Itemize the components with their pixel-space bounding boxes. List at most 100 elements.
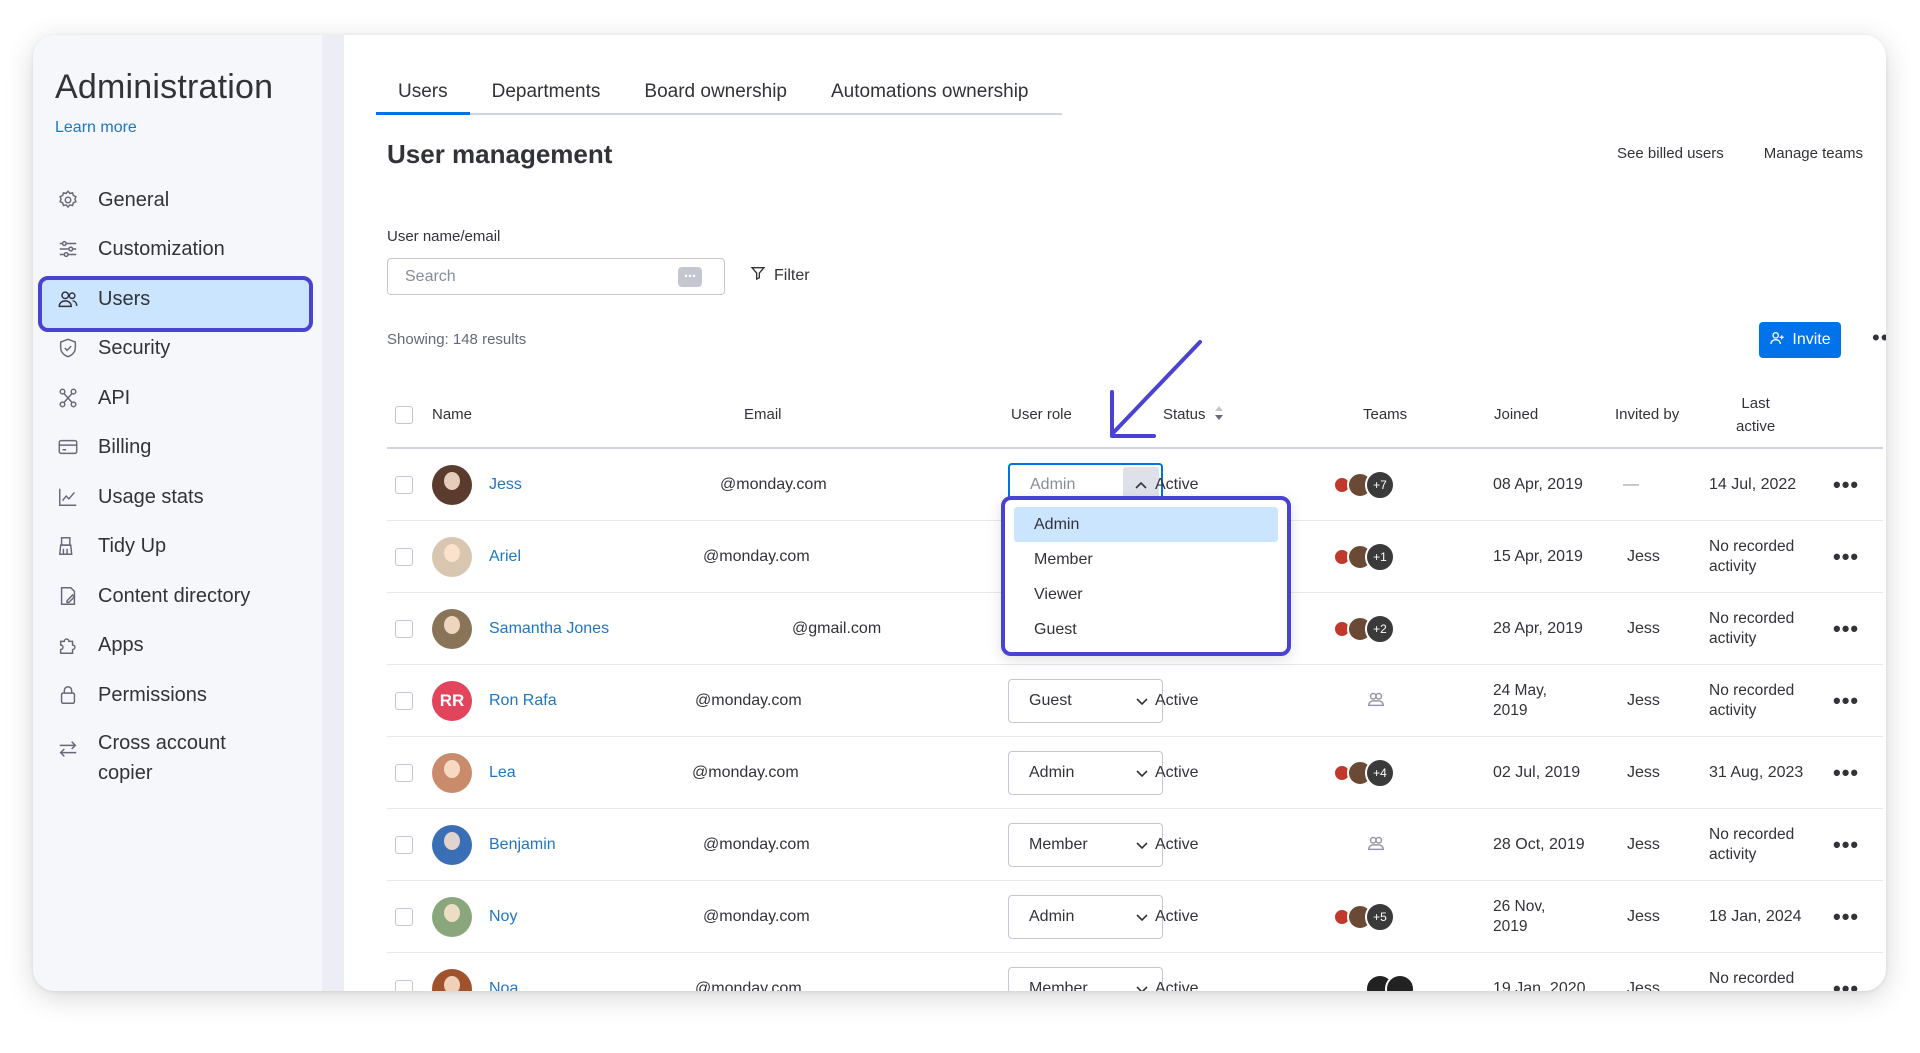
last-active-line2: activity (1709, 558, 1757, 575)
avatar[interactable] (432, 609, 472, 649)
users-table: Name Email User role Status Teams Joined… (387, 380, 1883, 991)
team-avatar-icon (1385, 974, 1415, 991)
teams-avatars[interactable]: +2 (1333, 614, 1395, 644)
user-name-link[interactable]: Ariel (489, 548, 521, 566)
sidebar-item-customization[interactable]: Customization (33, 225, 322, 275)
avatar[interactable] (432, 753, 472, 793)
avatar[interactable] (432, 969, 472, 991)
avatar[interactable] (432, 897, 472, 937)
email-value: @monday.com (692, 764, 799, 781)
user-name-link[interactable]: Jess (489, 476, 522, 494)
user-name-cell: Ron Rafa (489, 665, 557, 737)
row-checkbox[interactable] (395, 692, 413, 710)
joined-line2: 2019 (1493, 918, 1528, 935)
last-active-cell: 18 Jan, 2024 (1709, 881, 1802, 953)
row-checkbox[interactable] (395, 620, 413, 638)
row-more-button[interactable]: ••• (1833, 544, 1859, 570)
table-row[interactable]: Noa @monday.com Member Active 19 Jan, 20… (387, 953, 1883, 991)
table-row[interactable]: RR Ron Rafa @monday.com Guest Active 24 … (387, 665, 1883, 737)
user-name-link[interactable]: Ron Rafa (489, 692, 557, 710)
row-more-button[interactable]: ••• (1833, 904, 1859, 930)
teams-avatars[interactable] (1365, 974, 1415, 991)
sidebar-item-usage-stats[interactable]: Usage stats (33, 472, 322, 522)
filter-button[interactable]: Filter (750, 265, 810, 286)
sidebar-item-general[interactable]: General (33, 175, 322, 225)
tab-users[interactable]: Users (376, 73, 470, 115)
avatar[interactable] (432, 537, 472, 577)
sidebar-item-apps[interactable]: Apps (33, 621, 322, 671)
row-more-button[interactable]: ••• (1833, 832, 1859, 858)
user-role-select[interactable]: Member (1008, 967, 1163, 991)
row-checkbox[interactable] (395, 908, 413, 926)
table-row[interactable]: Lea @monday.com Admin Active +4 02 Jul, … (387, 737, 1883, 809)
row-more-button[interactable]: ••• (1833, 760, 1859, 786)
user-name-link[interactable]: Benjamin (489, 836, 556, 854)
user-role-select[interactable]: Admin (1008, 751, 1163, 795)
manage-teams-link[interactable]: Manage teams (1764, 145, 1863, 162)
sidebar-item-permissions[interactable]: Permissions (33, 670, 322, 720)
tab-board-ownership[interactable]: Board ownership (622, 73, 809, 113)
joined-date: 24 May, 2019 (1493, 681, 1547, 721)
user-role-select[interactable]: Admin (1008, 895, 1163, 939)
select-all-checkbox[interactable] (395, 405, 413, 424)
user-role-select[interactable]: Member (1008, 823, 1163, 867)
role-option-guest[interactable]: Guest (1014, 612, 1278, 647)
avatar[interactable] (432, 465, 472, 505)
search-input[interactable] (405, 267, 665, 286)
sidebar-item-label: Users (98, 287, 151, 310)
credit-card-icon (55, 434, 81, 460)
row-checkbox[interactable] (395, 548, 413, 566)
role-option-member[interactable]: Member (1014, 542, 1278, 577)
teams-avatars[interactable]: +5 (1333, 902, 1395, 932)
avatar-cell (432, 521, 472, 593)
search-options-icon[interactable]: ⋯ (678, 267, 702, 287)
tab-automations-ownership[interactable]: Automations ownership (809, 73, 1051, 113)
avatar[interactable]: RR (432, 681, 472, 721)
table-row[interactable]: Noy @monday.com Admin Active +5 26 Nov, 2… (387, 881, 1883, 953)
table-row[interactable]: Benjamin @monday.com Member Active 28 Oc… (387, 809, 1883, 881)
tab-departments[interactable]: Departments (470, 73, 623, 113)
more-options-button[interactable]: ••• (1872, 325, 1886, 351)
teams-avatars[interactable]: +1 (1333, 542, 1395, 572)
sidebar-item-tidy-up[interactable]: Tidy Up (33, 522, 322, 572)
user-name-link[interactable]: Lea (489, 764, 516, 782)
user-role-value: Member (1029, 980, 1088, 991)
joined-cell: 28 Oct, 2019 (1493, 809, 1585, 881)
sidebar-item-billing[interactable]: Billing (33, 423, 322, 473)
sidebar-item-security[interactable]: Security (33, 324, 322, 374)
status-cell: Active (1155, 809, 1199, 881)
role-option-viewer[interactable]: Viewer (1014, 577, 1278, 612)
user-role-select[interactable]: Guest (1008, 679, 1163, 723)
row-checkbox[interactable] (395, 980, 413, 991)
user-name-link[interactable]: Noy (489, 908, 517, 926)
role-option-admin[interactable]: Admin (1014, 507, 1278, 542)
row-checkbox[interactable] (395, 764, 413, 782)
user-role-cell: Admin (1008, 881, 1163, 953)
sidebar-item-cross-account-copier[interactable]: Cross account copier (33, 720, 322, 794)
sidebar-item-api[interactable]: API (33, 373, 322, 423)
teams-avatars[interactable]: +7 (1333, 470, 1395, 500)
sidebar-item-users[interactable]: Users (33, 274, 322, 332)
user-name-link[interactable]: Samantha Jones (489, 620, 609, 638)
header-last-active: Last active (1736, 380, 1775, 449)
row-checkbox[interactable] (395, 836, 413, 854)
user-name-cell: Noy (489, 881, 517, 953)
row-more-button[interactable]: ••• (1833, 616, 1859, 642)
learn-more-link[interactable]: Learn more (55, 119, 137, 137)
user-name-link[interactable]: Noa (489, 980, 518, 991)
row-checkbox[interactable] (395, 476, 413, 494)
avatar-initials: RR (432, 681, 472, 721)
row-more-button[interactable]: ••• (1833, 688, 1859, 714)
row-more-button[interactable]: ••• (1833, 976, 1859, 991)
see-billed-users-link[interactable]: See billed users (1617, 145, 1724, 162)
user-role-cell: Guest (1008, 665, 1163, 737)
invite-label: Invite (1792, 331, 1831, 348)
teams-avatars[interactable]: +4 (1333, 758, 1395, 788)
row-more-button[interactable]: ••• (1833, 472, 1859, 498)
sidebar-item-content-directory[interactable]: Content directory (33, 571, 322, 621)
top-links: See billed users Manage teams (1617, 145, 1863, 162)
row-select-cell (395, 809, 413, 881)
avatar[interactable] (432, 825, 472, 865)
row-actions-cell: ••• (1833, 737, 1859, 809)
invite-button[interactable]: Invite (1759, 322, 1841, 358)
